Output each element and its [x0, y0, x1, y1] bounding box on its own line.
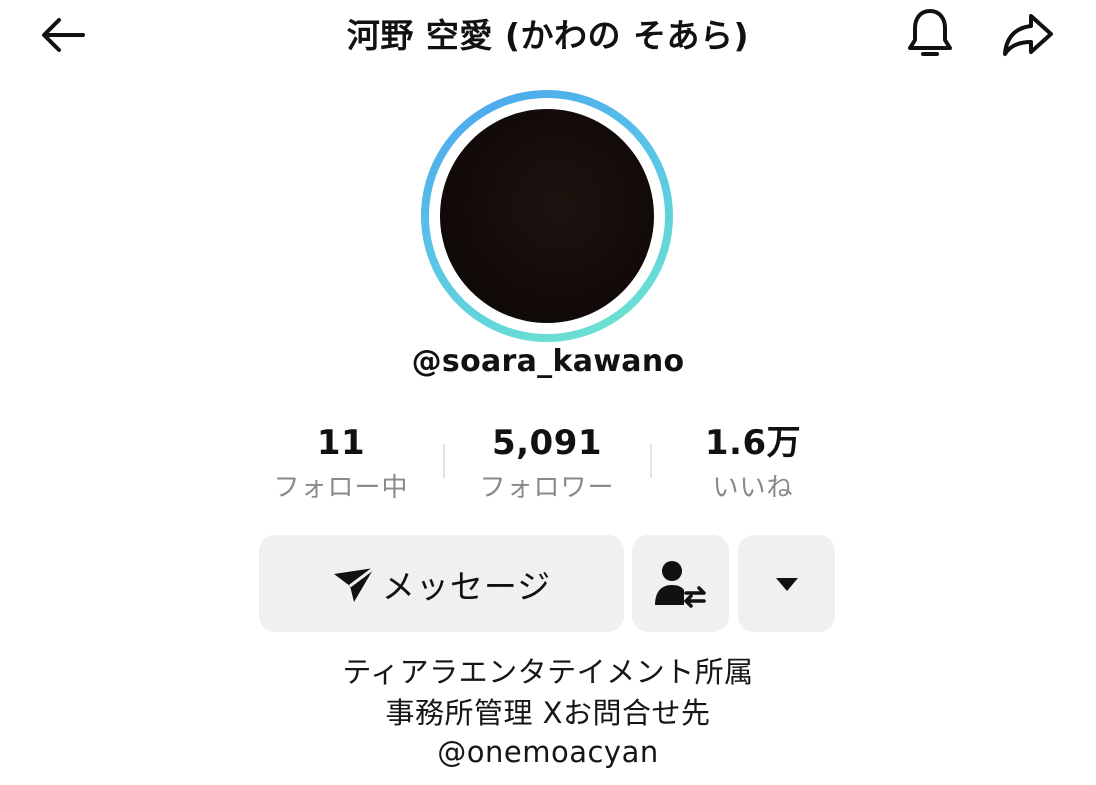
- message-button-label: メッセージ: [381, 566, 552, 606]
- bio-line-3: @onemoacyan: [437, 735, 659, 769]
- likes-count: 1.6万: [704, 423, 802, 463]
- back-button[interactable]: [30, 8, 94, 62]
- send-icon: [333, 566, 375, 602]
- bio-line-2: 事務所管理 Xお問合せ先: [385, 696, 711, 730]
- caret-down-icon: [775, 577, 798, 591]
- share-arrow-icon: [1003, 14, 1053, 56]
- more-options-button[interactable]: [738, 535, 835, 632]
- stat-divider: [650, 444, 652, 478]
- stat-divider: [443, 444, 445, 478]
- likes-label: いいね: [712, 473, 794, 503]
- friend-button[interactable]: [632, 535, 729, 632]
- share-button[interactable]: [996, 4, 1060, 64]
- followers-label: フォロワー: [479, 473, 615, 503]
- username: @soara_kawano: [411, 343, 685, 379]
- message-button[interactable]: メッセージ: [259, 535, 624, 632]
- bell-icon: [908, 9, 952, 56]
- arrow-left-icon: [42, 18, 85, 52]
- stat-following[interactable]: 11 フォロー中: [241, 420, 441, 520]
- followers-count: 5,091: [491, 423, 603, 463]
- avatar-image: [440, 109, 654, 323]
- user-swap-icon: [654, 560, 706, 608]
- page-title: 河野 空愛 (かわの そあら): [346, 16, 750, 55]
- following-label: フォロー中: [273, 473, 409, 503]
- following-count: 11: [316, 423, 366, 463]
- avatar[interactable]: [421, 90, 673, 342]
- stat-followers[interactable]: 5,091 フォロワー: [447, 420, 647, 520]
- notification-button[interactable]: [898, 4, 962, 64]
- bio-line-1: ティアラエンタテイメント所属: [342, 655, 754, 689]
- stat-likes[interactable]: 1.6万 いいね: [653, 420, 853, 520]
